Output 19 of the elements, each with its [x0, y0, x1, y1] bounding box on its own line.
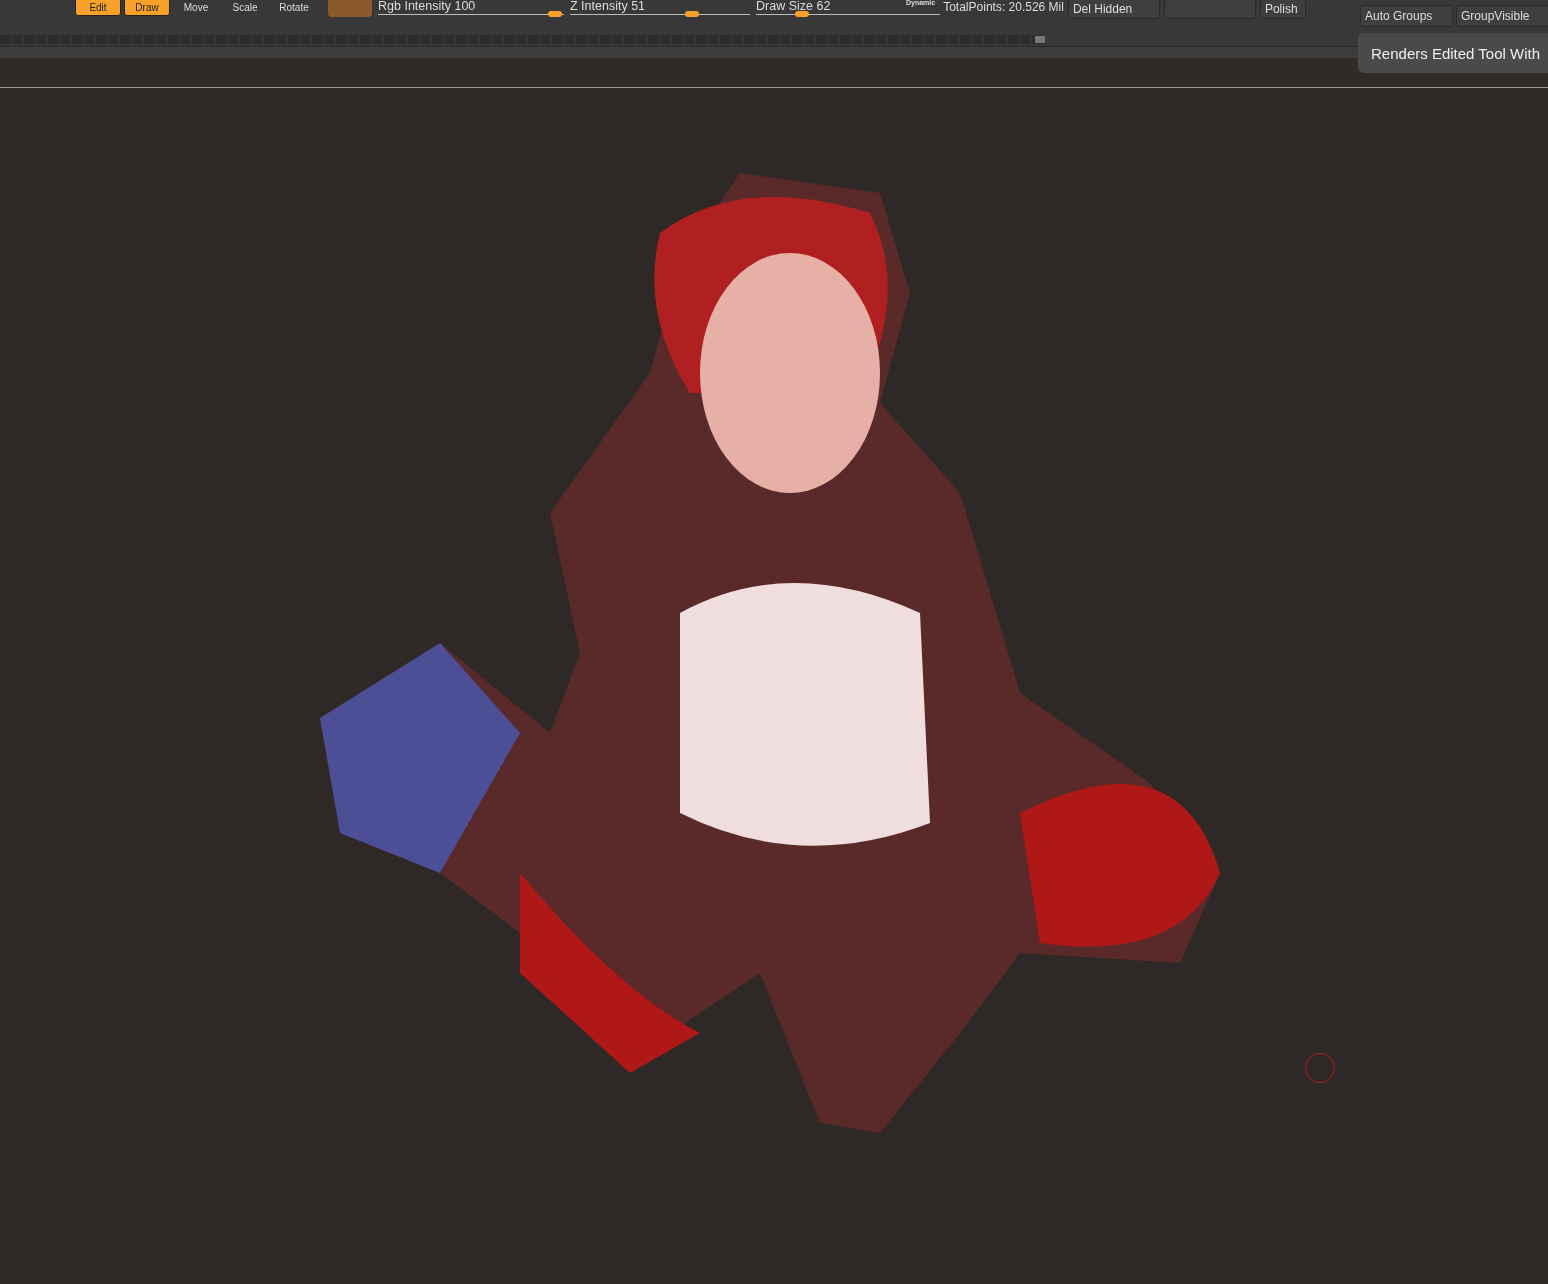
slider-label: Z Intensity 51	[570, 0, 646, 13]
slider-thumb[interactable]	[795, 11, 809, 17]
mode-button[interactable]: Edit	[75, 0, 121, 16]
slider-thumb[interactable]	[547, 11, 562, 17]
tooltip: Renders Edited Tool With	[1358, 33, 1548, 73]
mode-button[interactable]: Rotate	[271, 0, 317, 16]
slider-label: Rgb Intensity 100	[378, 0, 476, 13]
mode-button[interactable]: Scale	[222, 0, 268, 16]
toolbar-button[interactable]: Polish	[1259, 0, 1306, 19]
slider-label: Draw Size 62	[756, 0, 831, 13]
mode-button[interactable]: Move	[173, 0, 219, 16]
mode-button[interactable]: Draw	[124, 0, 170, 16]
toolbar-button[interactable]: GroupVisible	[1456, 5, 1548, 27]
toolbar-button[interactable]: Auto Groups	[1360, 5, 1453, 27]
total-points: TotalPoints: 20.526 Mil	[943, 0, 1064, 14]
material-swatch[interactable]	[328, 0, 372, 17]
slider-thumb[interactable]	[685, 11, 700, 17]
toolbar-button[interactable]: Del Hidden	[1067, 0, 1160, 19]
scrollbar[interactable]	[0, 35, 1045, 44]
